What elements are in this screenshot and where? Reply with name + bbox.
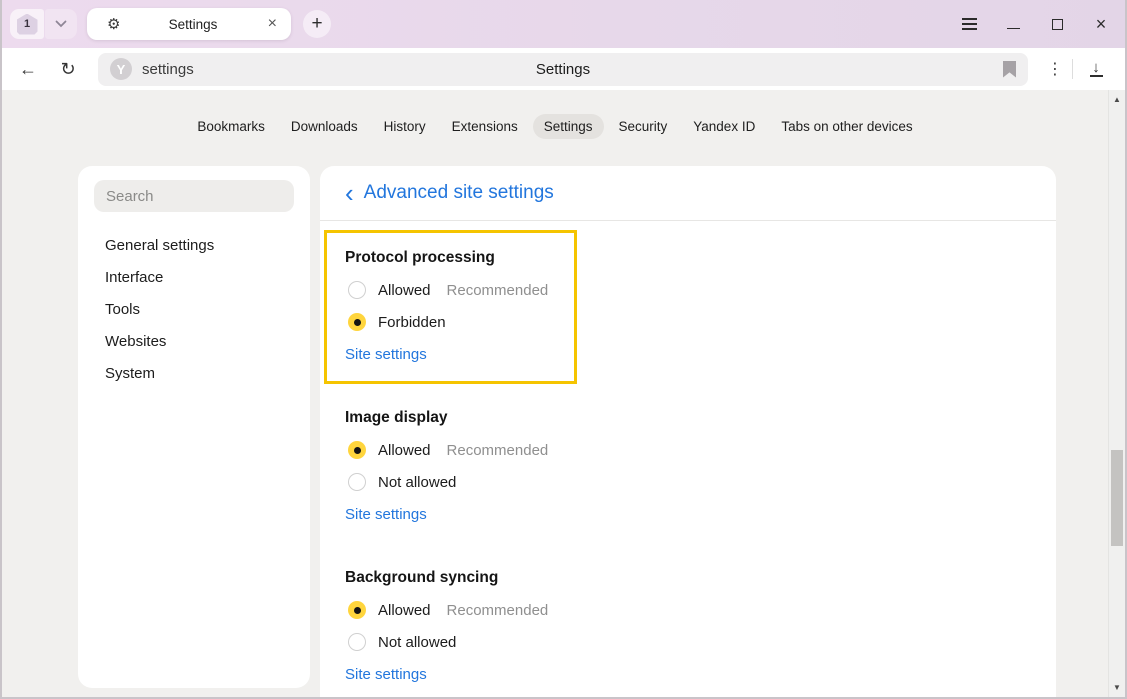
url-text: settings — [142, 61, 194, 78]
recommended-note: Recommended — [447, 602, 549, 619]
radio-button[interactable] — [348, 473, 366, 491]
radio-label: Forbidden — [378, 314, 446, 331]
chevron-down-icon — [55, 20, 67, 28]
nav-tab-downloads[interactable]: Downloads — [280, 114, 369, 139]
main-header-title: Advanced site settings — [364, 182, 554, 204]
radio-option[interactable]: Forbidden — [345, 306, 1056, 338]
chevron-left-icon: ‹ — [345, 180, 354, 206]
sidebar-list: General settingsInterfaceToolsWebsitesSy… — [78, 229, 310, 389]
address-bar[interactable]: Y settings Settings — [98, 53, 1028, 86]
window-controls: × — [961, 16, 1125, 32]
recommended-note: Recommended — [447, 282, 549, 299]
recommended-note: Recommended — [447, 442, 549, 459]
download-icon: ↓ — [1092, 61, 1100, 74]
scroll-down-icon[interactable]: ▼ — [1109, 683, 1125, 692]
radio-option[interactable]: Allowed Recommended — [345, 274, 1056, 306]
refresh-icon: ↻ — [60, 59, 75, 79]
search-input[interactable] — [94, 188, 294, 205]
nav-tab-tabs-on-other-devices[interactable]: Tabs on other devices — [770, 114, 923, 139]
tab-title: Settings — [120, 17, 265, 32]
radio-button[interactable] — [348, 601, 366, 619]
close-icon: × — [1096, 15, 1107, 33]
radio-button[interactable] — [348, 441, 366, 459]
settings-sidebar: General settingsInterfaceToolsWebsitesSy… — [78, 166, 310, 688]
radio-label: Allowed — [378, 442, 431, 459]
sidebar-item-tools[interactable]: Tools — [78, 293, 310, 325]
nav-tab-extensions[interactable]: Extensions — [441, 114, 529, 139]
site-settings-link[interactable]: Site settings — [345, 506, 427, 523]
radio-button[interactable] — [348, 313, 366, 331]
browser-tab-settings[interactable]: ⚙ Settings × — [87, 8, 291, 40]
minimize-button[interactable] — [1005, 16, 1021, 32]
sidebar-item-websites[interactable]: Websites — [78, 325, 310, 357]
section-options: Allowed Recommended Not allowed — [345, 594, 1056, 658]
site-favicon: Y — [110, 58, 132, 80]
nav-tab-settings[interactable]: Settings — [533, 114, 604, 139]
tab-counter-value: 1 — [24, 18, 30, 30]
new-tab-button[interactable]: + — [303, 10, 331, 38]
back-button[interactable]: ← — [8, 59, 48, 80]
settings-nav: BookmarksDownloadsHistoryExtensionsSetti… — [2, 114, 1108, 139]
bookmark-icon[interactable] — [1003, 61, 1016, 78]
refresh-button[interactable]: ↻ — [48, 59, 88, 80]
extensions-menu-button[interactable]: ⋮ — [1038, 59, 1072, 79]
vertical-scrollbar[interactable]: ▲ ▼ — [1108, 90, 1125, 697]
gear-icon: ⚙ — [107, 15, 120, 33]
section-title: Background syncing — [345, 562, 1056, 594]
page-content: BookmarksDownloadsHistoryExtensionsSetti… — [2, 90, 1125, 697]
maximize-icon — [1052, 19, 1063, 30]
kebab-icon: ⋮ — [1047, 61, 1063, 78]
nav-tab-security[interactable]: Security — [608, 114, 679, 139]
site-settings-link[interactable]: Site settings — [345, 346, 427, 363]
tab-counter-button[interactable]: 1 — [10, 9, 44, 39]
tab-strip: 1 ⚙ Settings × + × — [2, 0, 1125, 48]
maximize-button[interactable] — [1049, 16, 1065, 32]
radio-option[interactable]: Allowed Recommended — [345, 434, 1056, 466]
browser-menu-button[interactable] — [961, 16, 977, 32]
browser-window: 1 ⚙ Settings × + × — [0, 0, 1127, 699]
radio-option[interactable]: Not allowed — [345, 626, 1056, 658]
section-options: Allowed Recommended Not allowed — [345, 434, 1056, 498]
radio-label: Allowed — [378, 602, 431, 619]
radio-button[interactable] — [348, 633, 366, 651]
section-title: Image display — [345, 402, 1056, 434]
tab-list-dropdown-button[interactable] — [45, 9, 77, 39]
sidebar-search[interactable] — [94, 180, 294, 212]
settings-section: Image display Allowed Recommended Not al… — [320, 390, 1056, 550]
radio-option[interactable]: Not allowed — [345, 466, 1056, 498]
site-settings-link[interactable]: Site settings — [345, 666, 427, 683]
downloads-button[interactable]: ↓ — [1073, 61, 1119, 77]
radio-option[interactable]: Allowed Recommended — [345, 594, 1056, 626]
nav-tab-history[interactable]: History — [373, 114, 437, 139]
back-arrow-icon: ← — [19, 59, 37, 79]
browser-toolbar: ← ↻ Y settings Settings ⋮ ↓ — [2, 48, 1125, 90]
close-window-button[interactable]: × — [1093, 16, 1109, 32]
radio-button[interactable] — [348, 281, 366, 299]
minimize-icon — [1007, 28, 1020, 30]
page-title: Settings — [98, 61, 1028, 78]
nav-tab-yandex-id[interactable]: Yandex ID — [682, 114, 766, 139]
sidebar-item-interface[interactable]: Interface — [78, 261, 310, 293]
section-title: Protocol processing — [345, 242, 1056, 274]
nav-tab-bookmarks[interactable]: Bookmarks — [186, 114, 276, 139]
sidebar-item-system[interactable]: System — [78, 357, 310, 389]
sidebar-item-general-settings[interactable]: General settings — [78, 229, 310, 261]
settings-section: Background syncing Allowed Recommended N… — [320, 550, 1056, 699]
tab-close-icon[interactable]: × — [266, 15, 279, 33]
hamburger-icon — [962, 18, 977, 30]
radio-label: Allowed — [378, 282, 431, 299]
section-options: Allowed Recommended Forbidden — [345, 274, 1056, 338]
radio-label: Not allowed — [378, 474, 456, 491]
settings-sections: Protocol processing Allowed Recommended … — [320, 230, 1056, 699]
settings-section: Protocol processing Allowed Recommended … — [320, 230, 1056, 390]
tab-counter-badge: 1 — [17, 14, 38, 35]
radio-label: Not allowed — [378, 634, 456, 651]
scroll-up-icon[interactable]: ▲ — [1109, 95, 1125, 104]
advanced-site-settings-back-link[interactable]: ‹ Advanced site settings — [320, 166, 1056, 221]
settings-main-panel: ‹ Advanced site settings Protocol proces… — [320, 166, 1056, 697]
scrollbar-thumb[interactable] — [1111, 450, 1123, 546]
